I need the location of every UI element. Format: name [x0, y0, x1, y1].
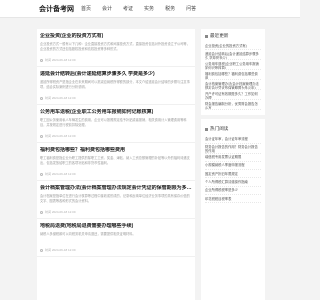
section-title: 热门阅读 [210, 126, 229, 132]
sidebar-link[interactable]: 公务用车退税(企业职工公务用车报销如何记账核算) [205, 60, 261, 71]
sidebar-link[interactable]: 开户许可证有效期是多久？工作如何办理 [205, 90, 261, 101]
site-logo[interactable]: 会计备考网 [39, 4, 74, 14]
square-icon [205, 127, 208, 131]
section-header: 热门阅读 [205, 126, 261, 132]
sidebar-link[interactable]: 增值税专用发票认证期限 [205, 154, 261, 162]
clock-icon [40, 134, 43, 138]
article-summary: 纳税人多缴税款可以向税务机关申请退还，需要提供相关证明材料。 [40, 232, 136, 236]
nav-item-home[interactable]: 首页 [81, 5, 91, 12]
top-navbar: 会计备考网 首页 会计 考证 实务 税务 问答 [0, 0, 300, 18]
clock-icon [40, 172, 43, 176]
article-date: 时间 2024-06-18 12:09 [45, 134, 76, 138]
sidebar-link[interactable]: 企业所得税税率是多少 [205, 187, 261, 196]
article-item: 递延会计结转后(会计递延结算步骤多久 学费是多少) 递延所得税资产是指企业在未来… [37, 67, 195, 105]
article-item: 会计档案管理办法(会计档案管理办法规定会计凭证的保管期限为多少年) 会计档案是指… [37, 181, 195, 219]
nav-item-practice[interactable]: 实务 [144, 5, 154, 12]
article-summary: 会计档案是指单位在进行会计核算等过程中接收或形成的，记录和反映单位经济业务事项的… [40, 194, 190, 203]
clock-icon [40, 96, 43, 100]
section-header: 最近更新 [205, 33, 261, 39]
main-nav: 首页 会计 考证 实务 税务 问答 [81, 5, 196, 12]
article-meta: 时间 2024-06-18 12:09 [40, 134, 192, 142]
article-summary: 递延所得税资产是指企业在未来期间可以抵减应纳税所得额的部分，本文介绍递延会计结转… [40, 80, 190, 89]
article-meta: 时间 2024-06-18 12:09 [40, 172, 192, 180]
article-title[interactable]: 企业投资(企业的投资方式有) [40, 33, 192, 39]
sidebar-link[interactable]: 会计档案管理办法(会计档案管理办法规定会计凭证的保管期限为多少年) [205, 80, 261, 91]
sidebar-link[interactable]: 固定资产折旧年限规定 [205, 170, 261, 179]
article-item: 公务用车退税(企业职工公务用车报销如何记账核算) 职工因公务使用私人车辆发生的费… [37, 105, 195, 143]
section-divider [201, 115, 265, 120]
latest-updates-section: 最近更新 企业投资(企业的投资方式有) 递延会计结转后(会计递延结算步骤多久 学… [201, 29, 265, 112]
article-title[interactable]: 递延会计结转后(会计递延结算步骤多久 学费是多少) [40, 71, 192, 77]
article-date: 时间 2024-06-18 12:09 [45, 248, 76, 252]
article-summary: 职工福利费是指企业为职工提供的除职工工资、奖金、津贴、纳入工资总额管理的补贴等以… [40, 156, 190, 165]
article-meta: 时间 2024-06-18 12:09 [40, 58, 192, 66]
article-item: 地税局退费(地税局退费需要办理哪些手续) 纳税人多缴税款可以向税务机关申请退还，… [37, 219, 195, 257]
article-summary: 企业投资方式一般有以下几种：企业直接投资方式和间接投资方式，直接投资包括对外投资… [40, 42, 190, 51]
sidebar-link[interactable]: 财务会计报告的作用？财务会计报告的作用 [205, 144, 261, 154]
article-item: 企业投资(企业的投资方式有) 企业投资方式一般有以下几种：企业直接投资方式和间接… [37, 29, 195, 67]
clock-icon [40, 248, 43, 252]
article-date: 时间 2024-06-18 12:09 [45, 172, 76, 176]
article-meta: 时间 2024-06-18 12:09 [40, 96, 192, 104]
sidebar-link[interactable]: 财会报告编制分析，优秀财会报告怎么写 [205, 100, 261, 111]
nav-item-certificate[interactable]: 考证 [123, 5, 133, 12]
square-icon [205, 34, 208, 38]
sidebar-link[interactable]: 会计证年审，会计证年审流程 [205, 135, 261, 144]
article-date: 时间 2024-06-18 12:09 [45, 96, 76, 100]
sidebar-link[interactable]: 个人所得税汇算清缴操作指南 [205, 178, 261, 187]
article-meta: 时间 2024-06-18 12:09 [40, 210, 192, 218]
article-summary: 职工因公务使用私人车辆发生的费用，企业可以按照规定给予补贴或者报销，相关费用计入… [40, 118, 187, 127]
sidebar-link[interactable]: 小规模纳税人季度申报流程 [205, 162, 261, 171]
article-title[interactable]: 公务用车退税(企业职工公务用车报销如何记账核算) [40, 109, 192, 115]
nav-item-qa[interactable]: 问答 [186, 5, 196, 12]
clock-icon [40, 58, 43, 62]
sidebar-link[interactable]: 递延会计结转后(会计递延结算步骤多久 学费是多少) [205, 50, 261, 61]
nav-item-accounting[interactable]: 会计 [102, 5, 112, 12]
section-title: 最近更新 [210, 33, 229, 38]
article-meta: 时间 2024-06-18 12:09 [40, 248, 192, 256]
nav-item-tax[interactable]: 税务 [165, 5, 175, 12]
article-title[interactable]: 会计档案管理办法(会计档案管理办法规定会计凭证的保管期限为多少年) [40, 185, 192, 191]
clock-icon [40, 210, 43, 214]
article-title[interactable]: 福利费包括哪些？福利费包括哪些费用 [40, 147, 192, 153]
article-date: 时间 2024-06-18 12:09 [45, 58, 76, 62]
article-title[interactable]: 地税局退费(地税局退费需要办理哪些手续) [40, 223, 192, 229]
article-date: 时间 2024-06-18 12:09 [45, 210, 76, 214]
article-item: 福利费包括哪些？福利费包括哪些费用 职工福利费是指企业为职工提供的除职工工资、奖… [37, 143, 195, 181]
hot-reads-section: 热门阅读 会计证年审，会计证年审流程 财务会计报告的作用？财务会计报告的作用 增… [201, 122, 265, 205]
sidebar-link[interactable]: 福利费包括哪些？福利费包括哪些费用 [205, 70, 261, 81]
sidebar: 最近更新 企业投资(企业的投资方式有) 递延会计结转后(会计递延结算步骤多久 学… [201, 29, 265, 300]
sidebar-link[interactable]: 企业投资(企业的投资方式有) [205, 42, 261, 51]
article-list: 企业投资(企业的投资方式有) 企业投资方式一般有以下几种：企业直接投资方式和间接… [37, 29, 195, 300]
sidebar-link[interactable]: 印花税税目税率表 [205, 195, 261, 204]
